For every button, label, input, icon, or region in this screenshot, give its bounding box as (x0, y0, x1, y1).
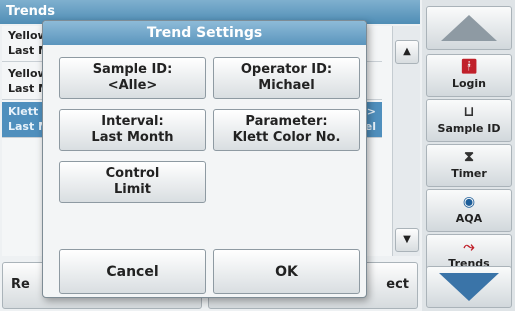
interval-setting-value: Last Month (91, 130, 174, 145)
aqa-label: AQA (455, 212, 483, 225)
interval-setting-label: Interval: (101, 114, 164, 129)
timer-label: Timer (451, 167, 487, 180)
operator-id-setting-button[interactable]: Operator ID: Michael (213, 57, 360, 99)
operator-id-setting-value: Michael (258, 78, 315, 93)
control-limit-button[interactable]: Control Limit (59, 161, 206, 203)
sample-id-button[interactable]: ⊔ Sample ID (426, 99, 512, 142)
sample-id-label: Sample ID (437, 122, 501, 135)
scrollbar[interactable]: ▲ ▼ (392, 26, 420, 256)
beaker-icon: ⊔ (463, 104, 475, 120)
triangle-up-icon: ▲ (403, 46, 411, 57)
person-icon: 🚹︎ (460, 59, 478, 75)
dialog-title: Trend Settings (43, 21, 366, 45)
right-toolbar: 🚹︎ Login ⊔ Sample ID ⧗ Timer ◉ AQA ⤳ Tre… (422, 0, 515, 311)
login-label: Login (451, 77, 487, 90)
ok-label: OK (275, 263, 298, 280)
operator-id-setting-label: Operator ID: (240, 62, 333, 77)
parameter-setting-value: Klett Color No. (232, 130, 341, 145)
ok-button[interactable]: OK (213, 249, 360, 294)
select-label: ect (386, 277, 409, 292)
control-limit-line1: Control (105, 166, 160, 181)
timer-icon: ⧗ (464, 149, 474, 165)
login-button[interactable]: 🚹︎ Login (426, 54, 512, 97)
toolbar-scroll-down-button[interactable] (426, 266, 512, 308)
scroll-up-button[interactable]: ▲ (395, 40, 419, 64)
cancel-label: Cancel (106, 263, 159, 280)
toolbar-scroll-up-button[interactable] (426, 6, 512, 50)
trend-chart-icon: ⤳ (463, 239, 475, 255)
parameter-setting-button[interactable]: Parameter: Klett Color No. (213, 109, 360, 151)
triangle-up-icon (441, 15, 497, 41)
sample-id-setting-label: Sample ID: (92, 62, 173, 77)
aqa-icon: ◉ (462, 194, 476, 210)
scroll-down-button[interactable]: ▼ (395, 228, 419, 252)
sample-id-setting-value: <Alle> (107, 78, 158, 93)
screen: Trends Yellow Last M Yellow Last M Klett… (0, 0, 515, 311)
trend-settings-dialog: Trend Settings Sample ID: <Alle> Operato… (42, 20, 367, 298)
control-limit-line2: Limit (114, 182, 151, 197)
aqa-button[interactable]: ◉ AQA (426, 189, 512, 232)
triangle-down-icon: ▼ (403, 234, 411, 245)
interval-setting-button[interactable]: Interval: Last Month (59, 109, 206, 151)
recall-label: Re (11, 277, 30, 292)
parameter-setting-label: Parameter: (245, 114, 328, 129)
cancel-button[interactable]: Cancel (59, 249, 206, 294)
triangle-down-icon (439, 273, 499, 301)
sample-id-setting-button[interactable]: Sample ID: <Alle> (59, 57, 206, 99)
timer-button[interactable]: ⧗ Timer (426, 144, 512, 187)
